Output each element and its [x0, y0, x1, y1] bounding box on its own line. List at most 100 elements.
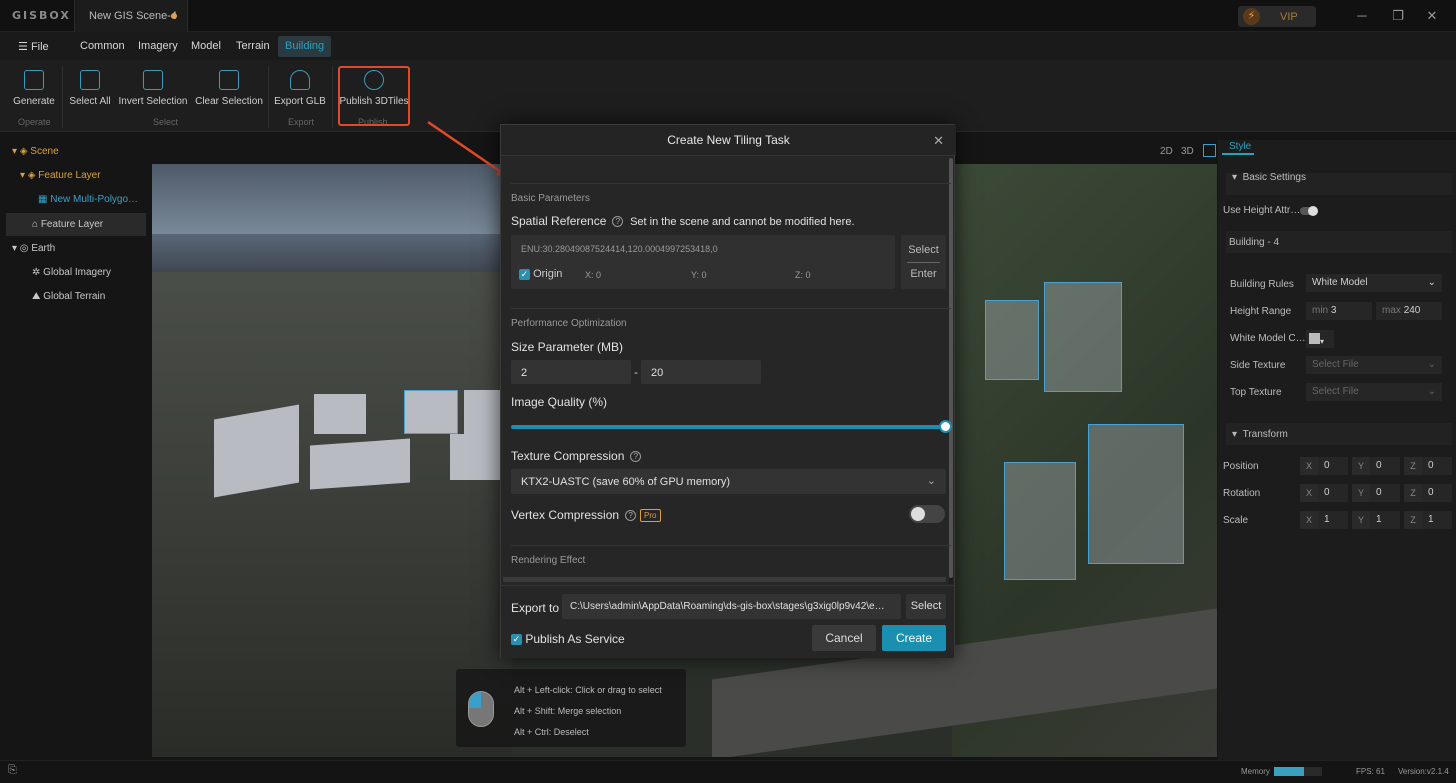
texture-compression-select[interactable]: KTX2-UASTC (save 60% of GPU memory) ⌄ [511, 469, 946, 494]
aerial-building[interactable] [985, 300, 1039, 380]
spatial-reference-text: Spatial Reference [511, 214, 607, 228]
aerial-building[interactable] [1088, 424, 1184, 564]
image-quality-slider-track[interactable] [511, 425, 945, 429]
basic-settings-header[interactable]: ▾ Basic Settings [1226, 173, 1452, 195]
rotation-x-input[interactable]: 0 [1318, 484, 1348, 502]
app-logo: GISBOX [12, 9, 71, 22]
basic-settings-label: Basic Settings [1242, 172, 1306, 183]
position-z-input[interactable]: 0 [1422, 457, 1452, 475]
white-model-building[interactable] [450, 434, 500, 480]
generate-button[interactable]: Generate [10, 70, 58, 107]
height-min-input[interactable]: min 3 [1306, 302, 1372, 320]
clear-selection-button[interactable]: Clear Selection [194, 70, 264, 107]
help-icon[interactable]: ? [612, 216, 624, 228]
vertex-compression-toggle[interactable] [909, 505, 945, 523]
create-button[interactable]: Create [882, 625, 946, 651]
texture-compression-label: Texture Compression? [511, 449, 642, 463]
split-view-icon[interactable] [1203, 144, 1216, 157]
help-icon[interactable]: ? [630, 451, 642, 463]
export-glb-button[interactable]: Export GLB [274, 70, 326, 107]
use-height-attr-label: Use Height Attr… [1223, 205, 1301, 216]
size-min-input[interactable]: 2 [511, 360, 631, 384]
document-tab[interactable]: New GIS Scene-4 [74, 0, 188, 32]
tree-global-imagery-label: Global Imagery [43, 267, 111, 278]
menu-model[interactable]: Model [191, 40, 221, 52]
menu-terrain[interactable]: Terrain [236, 40, 270, 52]
white-model-building[interactable] [214, 404, 299, 498]
height-min-value: 3 [1330, 305, 1337, 316]
transform-header[interactable]: ▾ Transform [1226, 423, 1452, 445]
restore-icon[interactable]: ❐ [1388, 8, 1408, 24]
origin-checkbox[interactable]: ✓ Origin [519, 268, 562, 280]
position-y-input[interactable]: 0 [1370, 457, 1400, 475]
tree-item-earth[interactable]: ▾ ◎ Earth [12, 243, 55, 254]
menu-building[interactable]: Building [278, 36, 331, 57]
mouse-icon [468, 691, 494, 727]
export-select-button[interactable]: Select [906, 594, 946, 619]
close-icon[interactable]: ✕ [933, 133, 944, 149]
tree-item-multi-polygon[interactable]: ▦ New Multi-Polygo… [38, 194, 138, 205]
memory-label: Memory [1241, 767, 1270, 776]
select-crs-button[interactable]: Select [901, 244, 946, 256]
menu-file[interactable]: ☰ File [18, 40, 49, 53]
minimize-icon[interactable]: ─ [1352, 8, 1372, 23]
rotation-z-input[interactable]: 0 [1422, 484, 1452, 502]
tree-item-global-terrain[interactable]: ⛰ Global Terrain [32, 291, 105, 302]
top-texture-label: Top Texture [1230, 387, 1282, 398]
white-model-building[interactable] [310, 438, 410, 490]
export-path-input[interactable]: C:\Users\admin\AppData\Roaming\ds-gis-bo… [562, 594, 901, 619]
aerial-building[interactable] [1044, 282, 1122, 392]
selected-building[interactable] [404, 390, 458, 434]
side-texture-select[interactable]: Select File ⌄ [1306, 356, 1442, 374]
tree-item-scene[interactable]: ▾ ◈ Scene [12, 146, 59, 157]
invert-selection-button[interactable]: Invert Selection [118, 70, 188, 107]
vip-label: VIP [1280, 11, 1298, 23]
tree-item-global-imagery[interactable]: ✲ Global Imagery [32, 267, 111, 278]
menu-imagery[interactable]: Imagery [138, 40, 178, 52]
publish-service-checkbox[interactable]: ✓ Publish As Service [511, 632, 625, 646]
log-icon[interactable]: ⎘ [8, 764, 17, 777]
scale-z-input[interactable]: 1 [1422, 511, 1452, 529]
position-x-input[interactable]: 0 [1318, 457, 1348, 475]
close-window-icon[interactable]: ✕ [1422, 8, 1442, 24]
white-model-building[interactable] [464, 390, 500, 434]
view-3d-button[interactable]: 3D [1181, 146, 1194, 157]
aerial-building[interactable] [1004, 462, 1076, 580]
origin-y-label: Y: [691, 270, 700, 280]
cancel-button[interactable]: Cancel [812, 625, 876, 651]
transform-label: Transform [1242, 429, 1288, 440]
white-model-building[interactable] [314, 394, 366, 434]
color-picker[interactable]: ▾ [1306, 330, 1334, 348]
origin-label: Origin [533, 268, 563, 280]
scrollbar-thumb[interactable] [949, 158, 953, 578]
menu-bar: ☰ File Common Imagery Model Terrain [0, 32, 1456, 60]
building-rules-select[interactable]: White Model ⌄ [1306, 274, 1442, 292]
rotation-y-input[interactable]: 0 [1370, 484, 1400, 502]
tree-item-feature-layer-2[interactable]: ⌂ Feature Layer [32, 219, 103, 230]
help-icon[interactable]: ? [625, 510, 637, 522]
clear-selection-icon [219, 70, 239, 90]
enter-crs-button[interactable]: Enter [901, 268, 946, 280]
scale-y-input[interactable]: 1 [1370, 511, 1400, 529]
vip-button[interactable]: ⚡ VIP [1238, 6, 1316, 27]
building-rules-value: White Model [1312, 277, 1368, 288]
image-quality-slider-handle[interactable] [939, 420, 952, 433]
title-bar: GISBOX New GIS Scene-4 ⚡ VIP ─ ❐ ✕ [0, 0, 1456, 32]
select-all-label: Select All [69, 96, 111, 107]
section-rendering-effect: Rendering Effect [511, 555, 586, 566]
menu-common[interactable]: Common [80, 40, 125, 52]
chevron-down-icon: ⌄ [1427, 359, 1436, 370]
select-all-button[interactable]: Select All [66, 70, 114, 107]
tab-style[interactable]: Style [1229, 141, 1251, 152]
axis-z-label: Z [1404, 511, 1422, 529]
use-height-attr-toggle[interactable] [1300, 206, 1318, 216]
size-parameter-label: Size Parameter (MB) [511, 340, 624, 354]
scale-x-input[interactable]: 1 [1318, 511, 1348, 529]
top-texture-select[interactable]: Select File ⌄ [1306, 383, 1442, 401]
building-name: Building - 4 [1226, 231, 1452, 253]
divider [511, 308, 951, 309]
size-max-input[interactable]: 20 [641, 360, 761, 384]
height-max-input[interactable]: max 240 [1376, 302, 1442, 320]
tree-item-feature-layer[interactable]: ▾ ◈ Feature Layer [20, 170, 101, 181]
view-2d-button[interactable]: 2D [1160, 146, 1173, 157]
